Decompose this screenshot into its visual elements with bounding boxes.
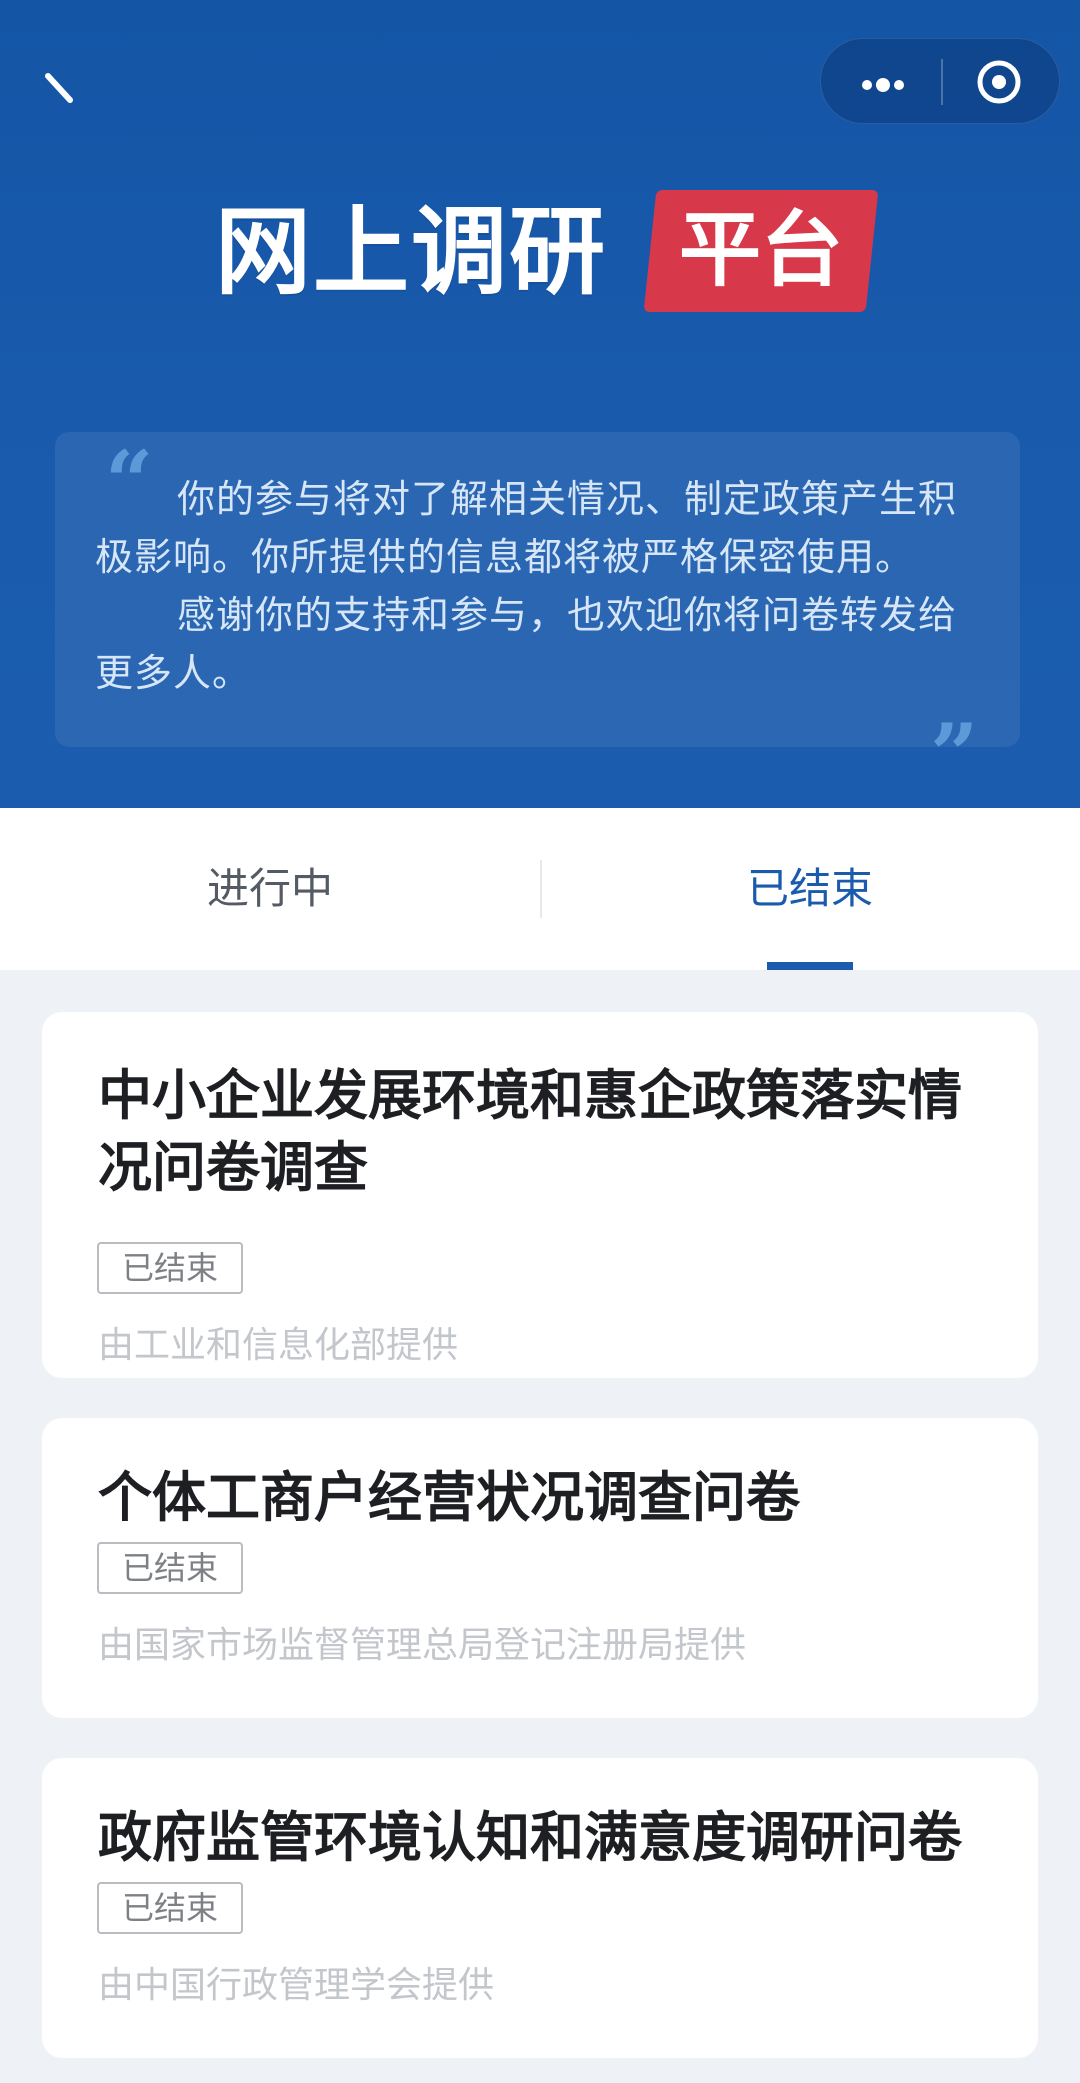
header-banner: 网上调研 平台 “ 你的参与将对了解相关情况、制定政策产生积极影响。你所提供的信… xyxy=(0,0,1080,808)
survey-title: 政府监管环境认知和满意度调研问卷 xyxy=(98,1806,962,1869)
miniprogram-capsule xyxy=(820,38,1060,124)
survey-card[interactable]: 政府监管环境认知和满意度调研问卷 已结束 由中国行政管理学会提供 xyxy=(42,1758,1038,2058)
active-tab-indicator xyxy=(767,962,853,970)
close-quote-icon: ” xyxy=(930,705,979,804)
tab-ongoing[interactable]: 进行中 xyxy=(0,808,540,970)
target-circle-icon xyxy=(977,60,1021,104)
survey-card[interactable]: 个体工商户经营状况调查问卷 已结束 由国家市场监督管理总局登记注册局提供 xyxy=(42,1418,1038,1718)
survey-provider: 由工业和信息化部提供 xyxy=(98,1325,459,1366)
more-button[interactable] xyxy=(855,57,911,107)
back-arrow-icon xyxy=(45,73,73,103)
survey-title: 中小企业发展环境和惠企政策落实情况问卷调查 xyxy=(98,1064,962,1199)
status-tabs: 进行中 已结束 xyxy=(0,808,1080,970)
title-badge: 平台 xyxy=(643,190,879,312)
survey-card[interactable]: 中小企业发展环境和惠企政策落实情况问卷调查 已结束 由工业和信息化部提供 xyxy=(42,1012,1038,1378)
survey-title: 个体工商户经营状况调查问卷 xyxy=(98,1466,800,1529)
status-badge: 已结束 xyxy=(97,1882,243,1934)
intro-paragraph-2: 感谢你的支持和参与，也欢迎你将问卷转发给更多人。 xyxy=(95,593,958,695)
survey-provider: 由中国行政管理学会提供 xyxy=(98,1965,495,2006)
intro-text: 你的参与将对了解相关情况、制定政策产生积极影响。你所提供的信息都将被严格保密使用… xyxy=(95,470,995,702)
platform-title: 网上调研 平台 xyxy=(0,190,1080,320)
back-button[interactable] xyxy=(30,60,90,120)
intro-quote-box: “ 你的参与将对了解相关情况、制定政策产生积极影响。你所提供的信息都将被严格保密… xyxy=(55,432,1020,747)
title-badge-text: 平台 xyxy=(678,203,843,298)
close-miniprogram-button[interactable] xyxy=(971,57,1027,107)
capsule-divider xyxy=(941,59,943,105)
tab-ended[interactable]: 已结束 xyxy=(540,808,1080,970)
more-dots-icon xyxy=(862,78,904,92)
title-main-text: 网上调研 xyxy=(215,196,607,308)
survey-provider: 由国家市场监督管理总局登记注册局提供 xyxy=(98,1625,747,1666)
status-badge: 已结束 xyxy=(97,1542,243,1594)
status-badge: 已结束 xyxy=(97,1242,243,1294)
intro-paragraph-1: 你的参与将对了解相关情况、制定政策产生积极影响。你所提供的信息都将被严格保密使用… xyxy=(95,477,958,579)
